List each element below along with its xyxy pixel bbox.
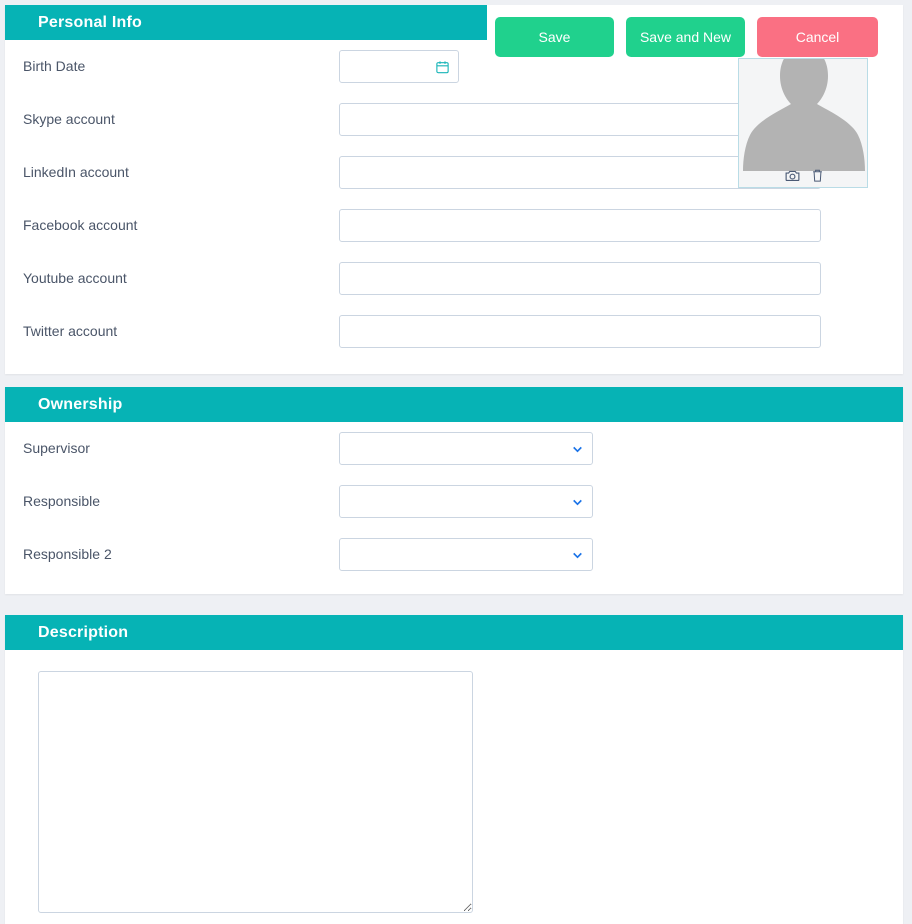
control-responsible: [339, 485, 593, 518]
field-row-responsible-2: Responsible 2: [5, 528, 903, 581]
save-button[interactable]: Save: [495, 17, 614, 57]
birth-date-input[interactable]: [339, 50, 459, 83]
control-twitter-account: [339, 315, 821, 348]
control-facebook-account: [339, 209, 821, 242]
avatar-action-bar: [739, 167, 867, 184]
control-birth-date: [339, 50, 459, 83]
description-body: [5, 650, 903, 924]
ownership-header: Ownership: [5, 387, 903, 422]
field-row-youtube: Youtube account: [5, 252, 903, 305]
card-gap-2: [5, 594, 903, 615]
avatar-upload-box[interactable]: [738, 58, 868, 188]
label-twitter-account: Twitter account: [23, 323, 118, 340]
description-header: Description: [5, 615, 903, 650]
cancel-button[interactable]: Cancel: [757, 17, 878, 57]
label-facebook-account: Facebook account: [23, 217, 138, 234]
ownership-body: Supervisor Responsible Responsible 2: [5, 422, 903, 594]
control-youtube-account: [339, 262, 821, 295]
supervisor-select[interactable]: [339, 432, 593, 465]
label-youtube-account: Youtube account: [23, 270, 127, 287]
description-textarea[interactable]: [38, 671, 473, 913]
form-action-buttons: Save Save and New Cancel: [495, 17, 878, 57]
youtube-account-input[interactable]: [339, 262, 821, 295]
label-responsible: Responsible: [23, 493, 101, 510]
camera-icon[interactable]: [784, 167, 801, 184]
ownership-card: Ownership Supervisor Responsible Respons…: [5, 387, 903, 594]
card-gap-1: [5, 374, 903, 387]
label-birth-date: Birth Date: [23, 58, 86, 75]
twitter-account-input[interactable]: [339, 315, 821, 348]
field-row-facebook: Facebook account: [5, 199, 903, 252]
label-linkedin-account: LinkedIn account: [23, 164, 129, 181]
responsible-select[interactable]: [339, 485, 593, 518]
description-card: Description: [5, 615, 903, 924]
facebook-account-input[interactable]: [339, 209, 821, 242]
label-supervisor: Supervisor: [23, 440, 90, 457]
save-and-new-button[interactable]: Save and New: [626, 17, 745, 57]
label-responsible-2: Responsible 2: [23, 546, 112, 563]
page-root: Save Save and New Cancel Personal Info B…: [0, 0, 912, 924]
control-responsible-2: [339, 538, 593, 571]
field-row-twitter: Twitter account: [5, 305, 903, 358]
trash-icon[interactable]: [810, 167, 825, 184]
personal-info-header: Personal Info: [5, 5, 487, 40]
field-row-supervisor: Supervisor: [5, 422, 903, 475]
control-supervisor: [339, 432, 593, 465]
responsible-2-select[interactable]: [339, 538, 593, 571]
field-row-responsible: Responsible: [5, 475, 903, 528]
label-skype-account: Skype account: [23, 111, 115, 128]
